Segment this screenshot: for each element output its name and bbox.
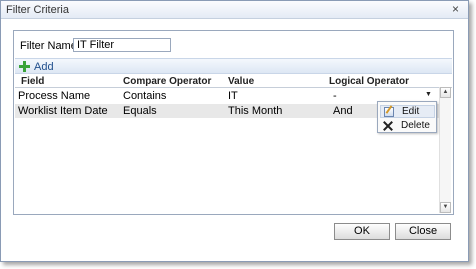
header-logical-operator: Logical Operator <box>329 76 410 87</box>
dialog-title: Filter Criteria <box>6 4 69 16</box>
scroll-up-icon[interactable]: ▲ <box>440 87 451 98</box>
close-icon[interactable]: × <box>449 3 462 16</box>
cell-compare: Equals <box>123 105 157 117</box>
ok-button[interactable]: OK <box>334 223 390 240</box>
menu-item-delete[interactable]: Delete <box>380 119 435 132</box>
grid-header: Field Compare Operator Value Logical Ope… <box>15 76 452 88</box>
filter-name-label: Filter Name: <box>20 40 80 52</box>
add-button-label: Add <box>34 60 54 73</box>
edit-icon <box>384 106 394 117</box>
cell-field: Process Name <box>18 90 91 102</box>
title-bar: Filter Criteria × <box>1 1 468 19</box>
add-button[interactable]: Add <box>19 60 54 73</box>
header-value: Value <box>228 76 255 87</box>
cell-logical: And <box>333 105 353 117</box>
plus-icon <box>19 61 30 72</box>
scroll-down-icon[interactable]: ▼ <box>440 202 451 213</box>
header-field: Field <box>21 76 45 87</box>
cell-field: Worklist Item Date <box>18 105 108 117</box>
chevron-down-icon[interactable]: ▼ <box>425 91 432 98</box>
filter-name-input[interactable] <box>73 38 171 52</box>
menu-item-edit-label: Edit <box>402 106 420 117</box>
menu-item-delete-label: Delete <box>401 120 430 131</box>
logical-operator-select[interactable]: - <box>333 90 337 102</box>
menu-item-edit[interactable]: Edit <box>380 105 435 118</box>
delete-icon <box>383 121 393 131</box>
filter-criteria-dialog: Filter Criteria × Filter Name: Add Field… <box>0 0 469 262</box>
cell-value: This Month <box>228 105 283 117</box>
grid-toolbar: Add <box>15 58 452 74</box>
vertical-scrollbar[interactable]: ▲ ▼ <box>439 87 451 213</box>
header-compare-operator: Compare Operator <box>123 76 212 87</box>
cell-compare: Contains <box>123 90 167 102</box>
row-context-menu: Edit Delete <box>377 101 437 133</box>
close-button[interactable]: Close <box>395 223 451 240</box>
cell-value: IT <box>228 90 238 102</box>
